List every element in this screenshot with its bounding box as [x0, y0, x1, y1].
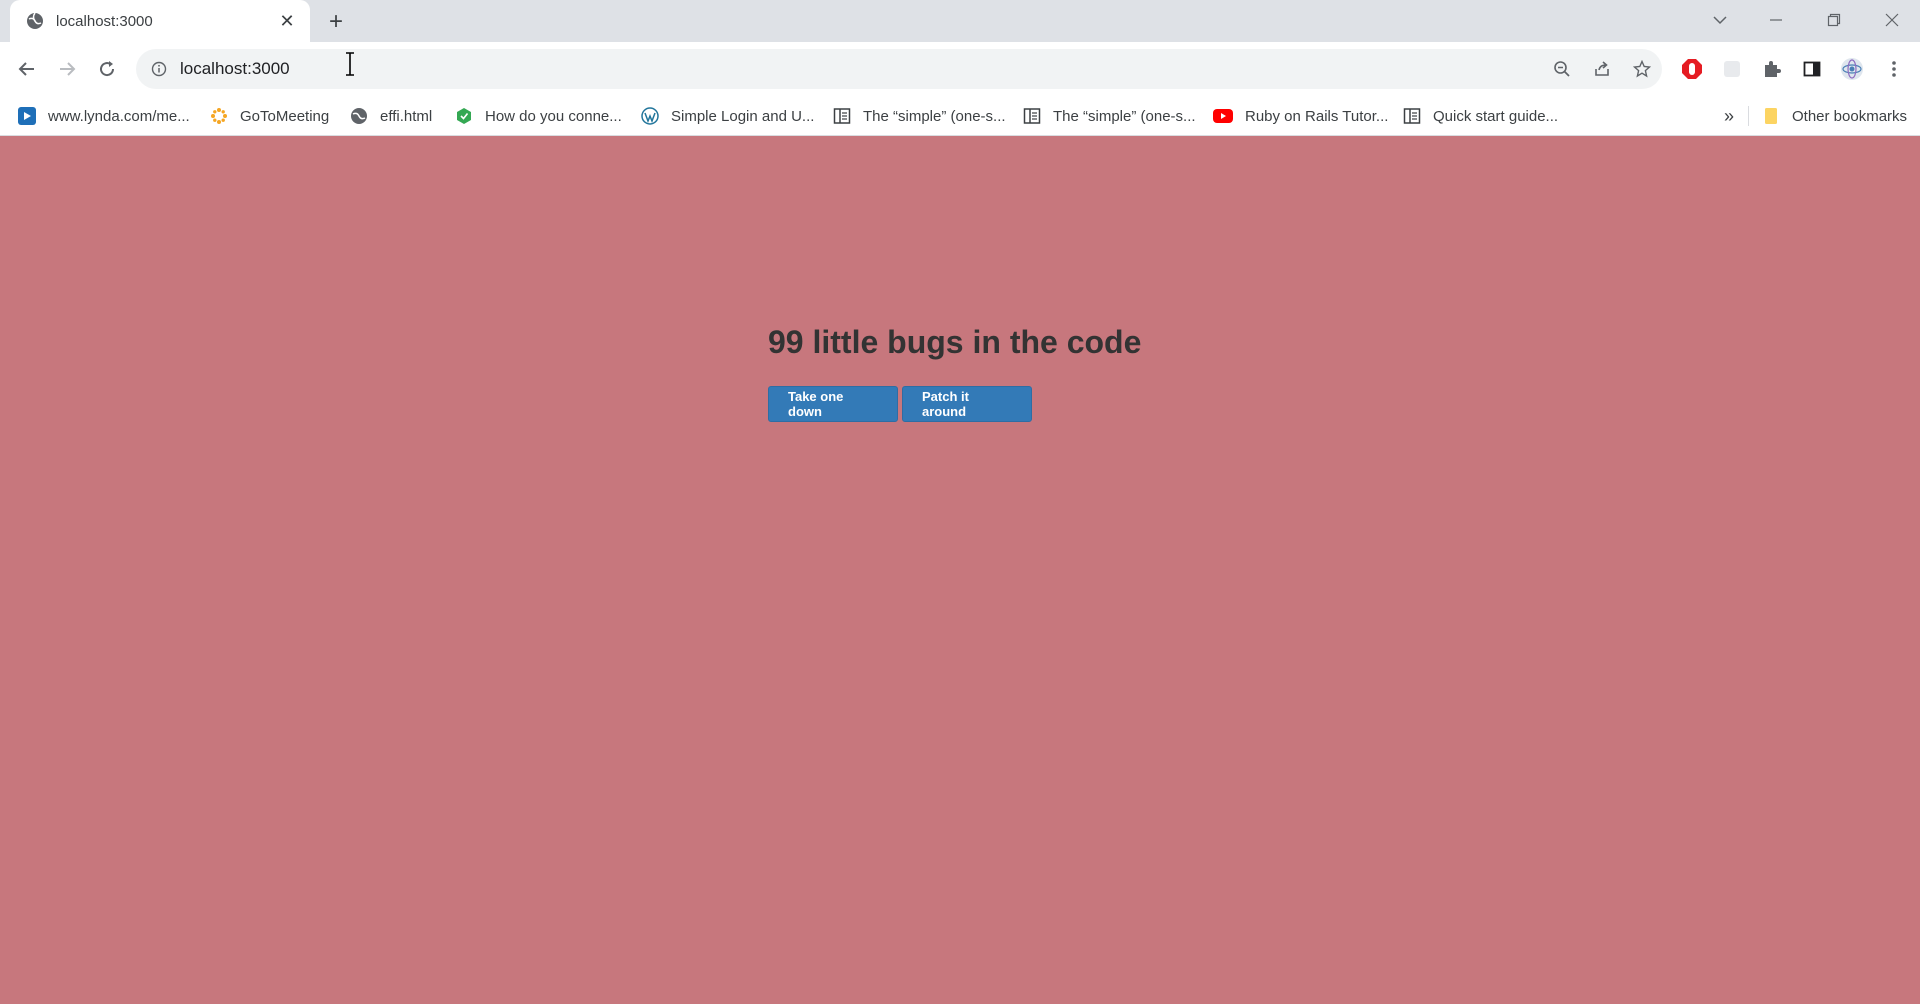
- browser-tab[interactable]: localhost:3000 ✕: [10, 0, 310, 42]
- bookmark-simple-1[interactable]: The “simple” (one-s...: [833, 104, 1006, 128]
- bookmarks-divider: [1748, 106, 1749, 126]
- bookmark-simple-login[interactable]: Simple Login and U...: [641, 104, 814, 128]
- minimize-button[interactable]: [1748, 0, 1804, 40]
- bookmark-label: GoToMeeting: [240, 107, 330, 125]
- address-bar[interactable]: localhost:3000: [136, 49, 1662, 89]
- bookmark-label: The “simple” (one-s...: [1053, 107, 1196, 125]
- share-icon[interactable]: [1584, 51, 1620, 87]
- page-title: 99 little bugs in the code: [768, 324, 1142, 360]
- bookmark-label: How do you conne...: [485, 107, 622, 125]
- side-panel-icon[interactable]: [1794, 51, 1830, 87]
- page-content: 99 little bugs in the code Take one down…: [0, 136, 1920, 1004]
- bookmark-quick-start[interactable]: Quick start guide...: [1403, 104, 1558, 128]
- bookmark-label: The “simple” (one-s...: [863, 107, 1006, 125]
- close-window-button[interactable]: [1864, 0, 1920, 40]
- globe-icon: [26, 12, 44, 30]
- document-icon: [1023, 107, 1041, 125]
- bookmark-label: effi.html: [380, 107, 433, 125]
- new-tab-button[interactable]: +: [322, 8, 350, 36]
- bookmark-label: Quick start guide...: [1433, 107, 1559, 125]
- document-icon: [1403, 107, 1421, 125]
- tab-close-icon[interactable]: ✕: [276, 10, 298, 32]
- youtube-icon: [1213, 107, 1233, 125]
- extensions-puzzle-icon[interactable]: [1754, 51, 1790, 87]
- info-icon[interactable]: [150, 60, 168, 78]
- bookmark-effi[interactable]: effi.html: [350, 104, 432, 128]
- back-button[interactable]: [9, 51, 45, 87]
- bookmark-how-do-you-connect[interactable]: How do you conne...: [455, 104, 622, 128]
- reload-button[interactable]: [89, 51, 125, 87]
- hexagon-icon: [455, 107, 473, 125]
- take-one-down-button[interactable]: Take one down: [768, 386, 898, 422]
- bookmark-simple-2[interactable]: The “simple” (one-s...: [1023, 104, 1196, 128]
- bookmark-gotomeeting[interactable]: GoToMeeting: [210, 104, 329, 128]
- tab-search-icon[interactable]: [1692, 0, 1748, 40]
- patch-it-around-button[interactable]: Patch it around: [902, 386, 1032, 422]
- bookmark-label: www.lynda.com/me...: [48, 107, 190, 125]
- wordpress-icon: [641, 107, 659, 125]
- overflow-chevron-icon: »: [1724, 105, 1735, 126]
- bookmarks-bar: www.lynda.com/me... GoToMeeting effi.htm…: [0, 96, 1920, 136]
- other-bookmarks-label: Other bookmarks: [1792, 107, 1908, 125]
- profile-avatar[interactable]: [1834, 51, 1870, 87]
- tab-strip: localhost:3000 ✕ +: [0, 0, 1920, 42]
- menu-kebab-icon[interactable]: [1876, 51, 1912, 87]
- forward-button[interactable]: [49, 51, 85, 87]
- lynda-icon: [18, 107, 36, 125]
- gotomeeting-icon: [210, 107, 228, 125]
- other-bookmarks[interactable]: Other bookmarks: [1762, 104, 1907, 128]
- extension-placeholder-icon[interactable]: [1714, 51, 1750, 87]
- folder-icon: [1762, 107, 1780, 125]
- browser-chrome: localhost:3000 ✕ + localhost:3000 www.ly…: [0, 0, 1920, 136]
- zoom-icon[interactable]: [1544, 51, 1580, 87]
- globe-icon: [350, 107, 368, 125]
- browser-toolbar: localhost:3000: [0, 42, 1920, 96]
- bookmark-star-icon[interactable]: [1624, 51, 1660, 87]
- bookmark-label: Simple Login and U...: [671, 107, 815, 125]
- adblock-extension-icon[interactable]: [1674, 51, 1710, 87]
- url-text: localhost:3000: [180, 59, 290, 78]
- tab-title: localhost:3000: [56, 12, 153, 30]
- bookmark-ruby-on-rails[interactable]: Ruby on Rails Tutor...: [1213, 104, 1388, 128]
- bookmark-label: Ruby on Rails Tutor...: [1245, 107, 1389, 125]
- restore-button[interactable]: [1806, 0, 1862, 40]
- bookmarks-overflow-button[interactable]: »: [1724, 104, 1734, 128]
- text-cursor-icon: [344, 52, 356, 76]
- document-icon: [833, 107, 851, 125]
- bookmark-lynda[interactable]: www.lynda.com/me...: [18, 104, 190, 128]
